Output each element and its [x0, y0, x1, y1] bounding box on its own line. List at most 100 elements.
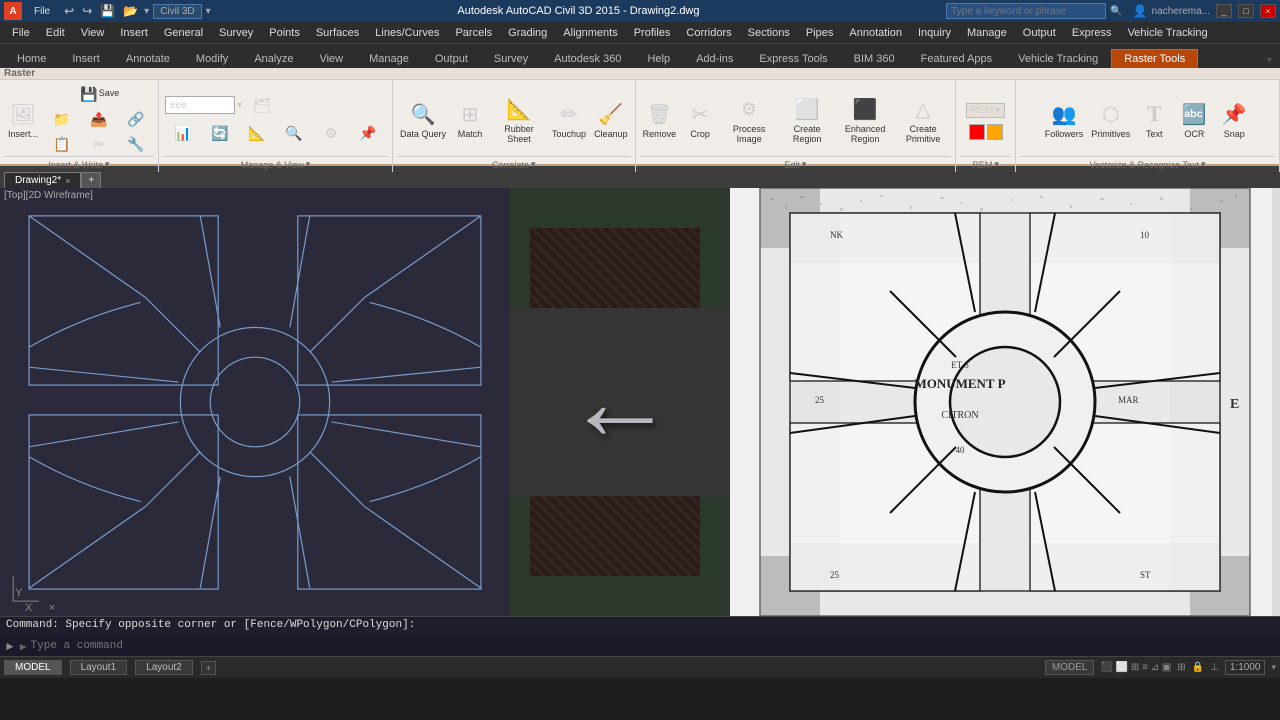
ortho-icon[interactable]: ⊥ — [1210, 662, 1219, 673]
layout1-tab[interactable]: Layout1 — [70, 660, 128, 675]
menu-insert-item[interactable]: Insert — [112, 25, 156, 41]
save-btn[interactable]: 💾 Save — [44, 82, 154, 106]
primitives-btn[interactable]: ⬡ Primitives — [1088, 89, 1133, 149]
command-input[interactable] — [31, 640, 1276, 652]
ribbon-btn-2[interactable]: 📤 — [81, 107, 117, 131]
add-layout-btn[interactable]: + — [201, 661, 216, 675]
tab-output[interactable]: Output — [422, 49, 481, 68]
doc-tab-close[interactable]: × — [65, 176, 70, 186]
menu-view-item[interactable]: View — [73, 25, 113, 41]
view-btn-1[interactable]: 📊 — [165, 121, 201, 145]
tab-expresstools[interactable]: Express Tools — [746, 49, 840, 68]
menu-general-item[interactable]: General — [156, 25, 211, 41]
close-btn[interactable]: × — [1260, 4, 1276, 18]
keyword-search[interactable] — [946, 3, 1106, 19]
group-vectorize-dropdown-icon[interactable]: ▾ — [1201, 159, 1206, 170]
menu-survey-item[interactable]: Survey — [211, 25, 261, 41]
maximize-btn[interactable]: □ — [1238, 4, 1254, 18]
tab-autodesk360[interactable]: Autodesk 360 — [541, 49, 634, 68]
ribbon-btn-6[interactable]: 🔧 — [118, 132, 154, 156]
menu-express-item[interactable]: Express — [1064, 25, 1120, 41]
menu-alignments-item[interactable]: Alignments — [555, 25, 625, 41]
tab-modify[interactable]: Modify — [183, 49, 241, 68]
ocr-btn[interactable]: 🔤 OCR — [1175, 89, 1213, 149]
process-image-btn[interactable]: ⚙ Process Image — [721, 89, 777, 149]
followers-btn[interactable]: 👥 Followers — [1042, 89, 1087, 149]
menu-grading-item[interactable]: Grading — [500, 25, 555, 41]
qat-dropdown[interactable]: ▾ — [144, 6, 149, 17]
tab-analyze[interactable]: Analyze — [241, 49, 306, 68]
view-btn-6[interactable]: 📌 — [350, 121, 386, 145]
menu-surfaces-item[interactable]: Surfaces — [308, 25, 367, 41]
tab-vehicletracking[interactable]: Vehicle Tracking — [1005, 49, 1111, 68]
view-btn-2[interactable]: 🔄 — [202, 121, 238, 145]
tab-annotate[interactable]: Annotate — [113, 49, 183, 68]
ribbon-btn-5[interactable]: ✂ — [81, 132, 117, 156]
tab-featuredapps[interactable]: Featured Apps — [908, 49, 1006, 68]
menu-corridors-item[interactable]: Corridors — [678, 25, 739, 41]
menu-annotation-item[interactable]: Annotation — [841, 25, 910, 41]
tab-manage[interactable]: Manage — [356, 49, 422, 68]
tab-insert[interactable]: Insert — [59, 49, 113, 68]
text-btn[interactable]: T Text — [1135, 89, 1173, 149]
menu-vehicletracking-item[interactable]: Vehicle Tracking — [1120, 25, 1216, 41]
model-tab[interactable]: MODEL — [4, 660, 62, 675]
manage-icon-btn[interactable]: 🗂 — [244, 93, 280, 117]
remove-btn[interactable]: 🗑 Remove — [640, 89, 680, 149]
save-qat[interactable]: 💾 — [98, 4, 117, 18]
snap-icon[interactable]: 🔒 — [1192, 662, 1204, 673]
group-edit-dropdown-icon[interactable]: ▾ — [802, 159, 807, 170]
tab-help[interactable]: Help — [634, 49, 683, 68]
tab-view[interactable]: View — [306, 49, 356, 68]
enhanced-region-btn[interactable]: ⬛ Enhanced Region — [837, 89, 893, 149]
ribbon-btn-4[interactable]: 📋 — [44, 132, 80, 156]
menu-pipes-item[interactable]: Pipes — [798, 25, 842, 41]
right-panel-scrollbar[interactable] — [1272, 188, 1280, 616]
workspace-dropdown[interactable]: Civil 3D — [153, 4, 201, 19]
menu-edit-item[interactable]: Edit — [38, 25, 73, 41]
manage-dropdown-arrow[interactable]: ▾ — [237, 100, 242, 111]
crop-btn[interactable]: ✂ Crop — [681, 89, 719, 149]
ribbon-btn-3[interactable]: 🔗 — [118, 107, 154, 131]
view-btn-5[interactable]: ⚙ — [313, 121, 349, 145]
doc-tab-drawing2[interactable]: Drawing2* × — [4, 172, 81, 188]
layout2-tab[interactable]: Layout2 — [135, 660, 193, 675]
minimize-btn[interactable]: _ — [1216, 4, 1232, 18]
menu-inquiry-item[interactable]: Inquiry — [910, 25, 959, 41]
group-correlate-dropdown-icon[interactable]: ▾ — [531, 159, 536, 170]
view-btn-4[interactable]: 🔍 — [276, 121, 312, 145]
open-qat[interactable]: 📂 — [121, 4, 140, 18]
menu-points-item[interactable]: Points — [261, 25, 308, 41]
menu-manage-item[interactable]: Manage — [959, 25, 1015, 41]
cleanup-btn[interactable]: 🧹 Cleanup — [591, 89, 631, 149]
tab-home[interactable]: Home — [4, 49, 59, 68]
color-swatch-orange[interactable] — [987, 124, 1003, 140]
redo-btn[interactable]: ↪ — [80, 4, 94, 18]
tab-rastertools[interactable]: Raster Tools — [1111, 49, 1198, 68]
rubber-sheet-btn[interactable]: 📐 Rubber Sheet — [491, 89, 547, 149]
data-query-btn[interactable]: 🔍 Data Query — [397, 89, 449, 149]
create-region-btn[interactable]: ⬜ Create Region — [779, 89, 835, 149]
menu-output-item[interactable]: Output — [1015, 25, 1064, 41]
view-btn-3[interactable]: 📐 — [239, 121, 275, 145]
manage-dropdown[interactable]: eee — [165, 96, 235, 114]
grid-icon[interactable]: ⊞ — [1177, 662, 1185, 673]
touchup-btn[interactable]: ✏ Touchup — [549, 89, 589, 149]
create-primitive-btn[interactable]: △ Create Primitive — [895, 89, 951, 149]
insert-btn[interactable]: 🖼 Insert... — [4, 89, 42, 149]
group-manage-dropdown-icon[interactable]: ▾ — [306, 159, 311, 170]
ribbon-btn-1[interactable]: 📁 — [44, 107, 80, 131]
group-dropdown-icon[interactable]: ▾ — [105, 159, 110, 170]
tab-addins[interactable]: Add-ins — [683, 49, 746, 68]
doc-tab-add[interactable]: + — [81, 172, 101, 188]
menu-linescurves-item[interactable]: Lines/Curves — [367, 25, 447, 41]
menu-profiles-item[interactable]: Profiles — [626, 25, 679, 41]
menu-file[interactable]: File — [26, 4, 58, 19]
tab-survey[interactable]: Survey — [481, 49, 541, 68]
scale-dropdown-icon[interactable]: ▾ — [1271, 662, 1276, 673]
menu-sections-item[interactable]: Sections — [740, 25, 798, 41]
ribbon-controls[interactable]: ▾ — [1263, 53, 1276, 68]
rem-dropdown[interactable]: REM ▾ — [966, 103, 1005, 118]
undo-btn[interactable]: ↩ — [62, 4, 76, 18]
tab-bim360[interactable]: BIM 360 — [841, 49, 908, 68]
